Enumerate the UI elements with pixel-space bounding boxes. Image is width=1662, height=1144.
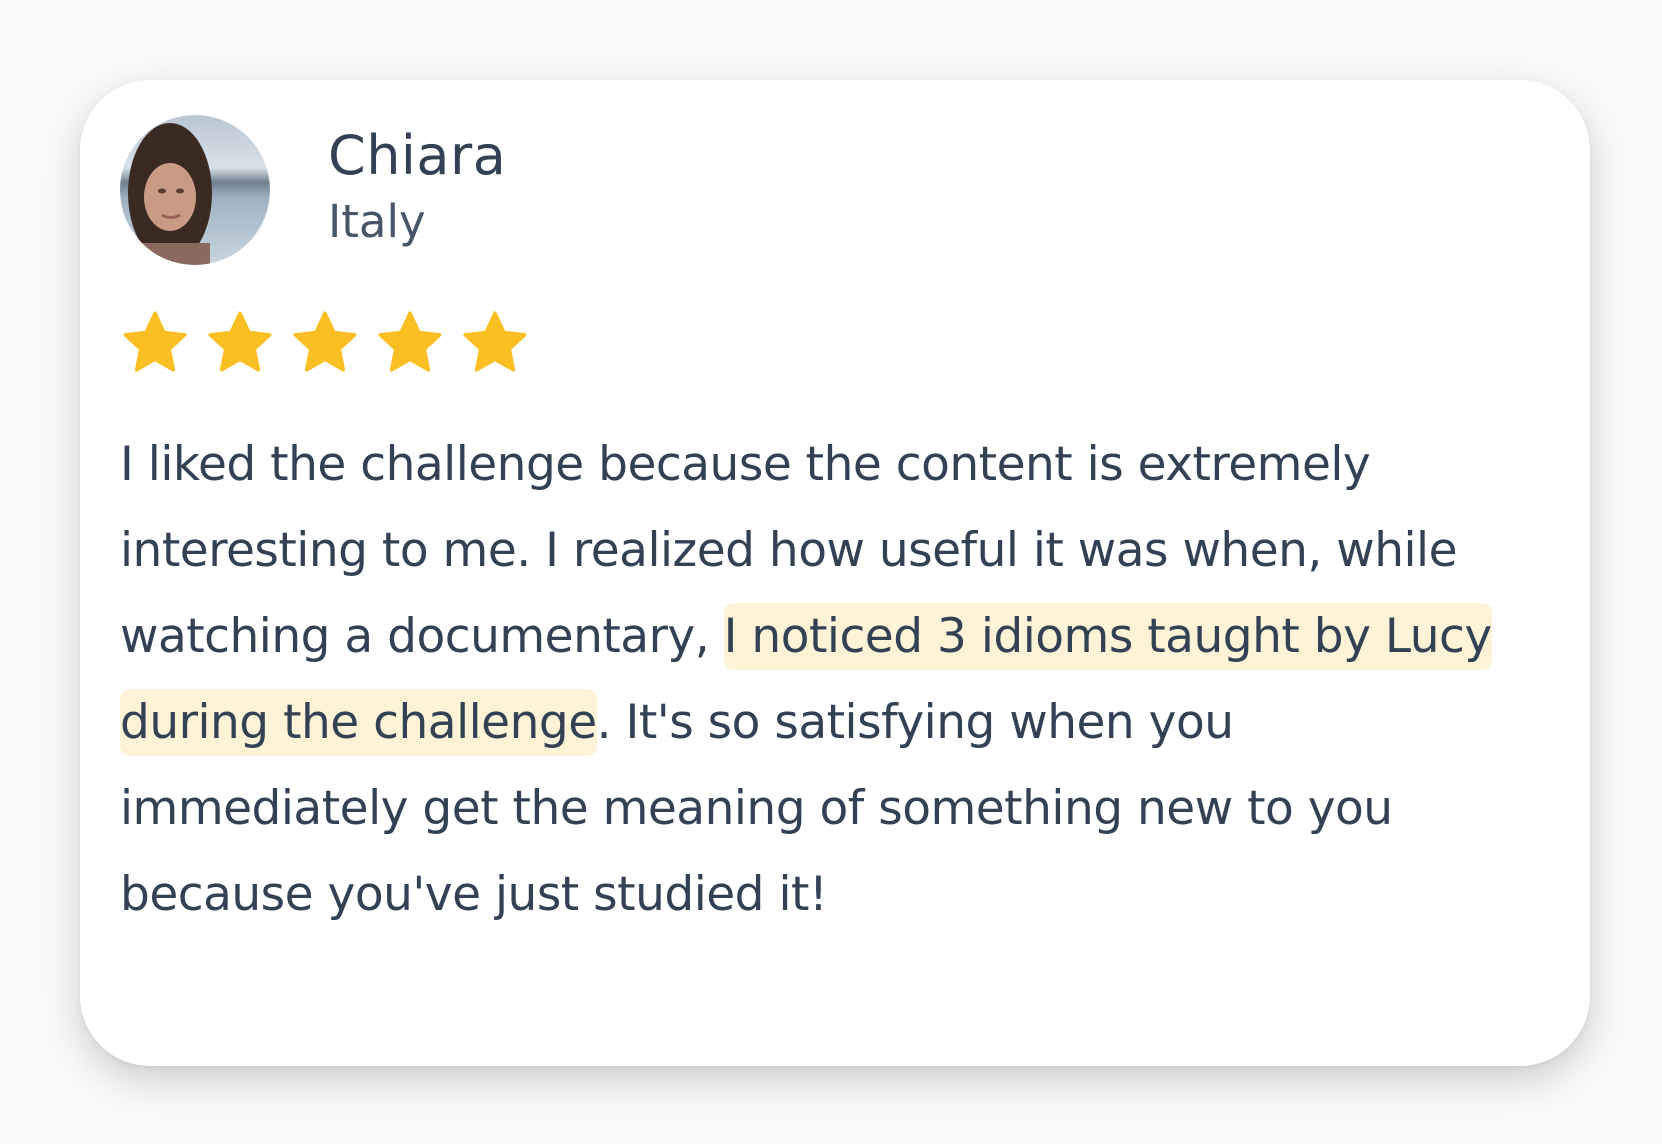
review-text: I liked the challenge because the conten… <box>120 422 1520 938</box>
star-icon <box>293 311 357 372</box>
avatar <box>120 115 270 265</box>
review-paragraph: I liked the challenge because the conten… <box>120 422 1520 938</box>
star-icon <box>463 311 527 372</box>
avatar-photo <box>120 115 270 265</box>
testimonial-card: Chiara Italy I liked the challenge becau… <box>80 80 1590 1066</box>
star-rating <box>120 308 530 378</box>
star-icon <box>123 311 187 372</box>
reviewer-name: Chiara <box>328 124 507 187</box>
reviewer-country: Italy <box>328 195 426 248</box>
star-icon <box>208 311 272 372</box>
star-icon <box>378 311 442 372</box>
